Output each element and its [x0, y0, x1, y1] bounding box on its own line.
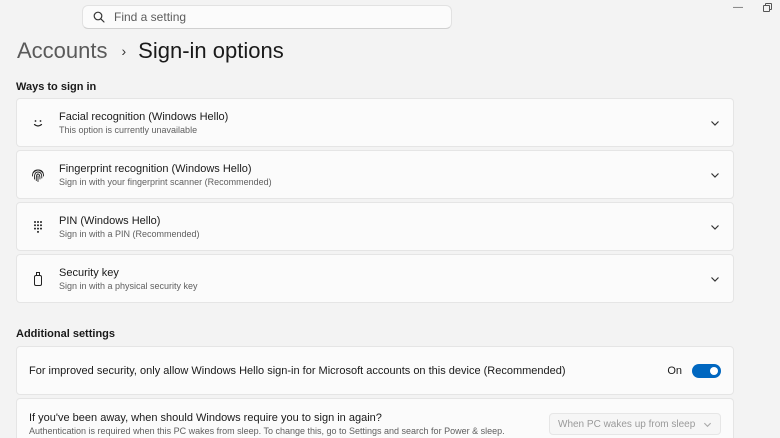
hello-only-toggle[interactable] — [692, 363, 721, 378]
hello-only-setting-card: For improved security, only allow Window… — [16, 346, 734, 395]
settings-window: — Accounts › Sign-in options Ways to sig… — [0, 0, 780, 438]
card-subtitle: Sign in with a PIN (Recommended) — [59, 228, 200, 239]
card-title: PIN (Windows Hello) — [59, 214, 161, 227]
toggle-state-label: On — [667, 364, 682, 377]
card-title: Facial recognition (Windows Hello) — [59, 110, 229, 123]
fingerprint-recognition-card[interactable]: Fingerprint recognition (Windows Hello) … — [16, 150, 734, 199]
additional-settings-heading: Additional settings — [16, 328, 115, 340]
chevron-down-icon[interactable] — [697, 118, 733, 128]
page-title: Sign-in options — [138, 38, 284, 63]
pin-card[interactable]: PIN (Windows Hello) Sign in with a PIN (… — [16, 202, 734, 251]
breadcrumb: Accounts › Sign-in options — [17, 38, 284, 64]
ways-to-sign-in-heading: Ways to sign in — [16, 81, 97, 93]
card-subtitle: This option is currently unavailable — [59, 124, 198, 135]
chevron-down-icon[interactable] — [697, 170, 733, 180]
facial-recognition-card[interactable]: Facial recognition (Windows Hello) This … — [16, 98, 734, 147]
card-subtitle: Sign in with your fingerprint scanner (R… — [59, 176, 272, 187]
search-icon — [93, 11, 105, 23]
breadcrumb-accounts[interactable]: Accounts — [17, 38, 108, 64]
hello-only-text: For improved security, only allow Window… — [29, 364, 566, 377]
chevron-down-icon — [703, 422, 712, 427]
face-icon — [17, 115, 59, 131]
pin-keypad-icon — [17, 219, 59, 235]
require-signin-title: If you've been away, when should Windows… — [29, 412, 382, 424]
card-subtitle: Sign in with a physical security key — [59, 280, 198, 291]
require-signin-subtitle: Authentication is required when this PC … — [29, 426, 505, 436]
usb-key-icon — [17, 271, 59, 287]
fingerprint-icon — [17, 167, 59, 183]
minimize-icon[interactable]: — — [733, 2, 743, 13]
breadcrumb-separator: › — [121, 43, 127, 59]
chevron-down-icon[interactable] — [697, 222, 733, 232]
chevron-down-icon[interactable] — [697, 274, 733, 284]
card-title: Security key — [59, 266, 119, 279]
toggle-knob — [710, 366, 718, 375]
require-signin-card: If you've been away, when should Windows… — [16, 398, 734, 438]
security-key-card[interactable]: Security key Sign in with a physical sec… — [16, 254, 734, 303]
search-input[interactable] — [114, 10, 434, 24]
require-signin-dropdown[interactable]: When PC wakes up from sleep — [549, 413, 721, 435]
dropdown-value: When PC wakes up from sleep — [558, 418, 696, 430]
restore-icon[interactable] — [763, 4, 770, 15]
card-title: Fingerprint recognition (Windows Hello) — [59, 162, 252, 175]
search-box[interactable] — [82, 5, 452, 29]
